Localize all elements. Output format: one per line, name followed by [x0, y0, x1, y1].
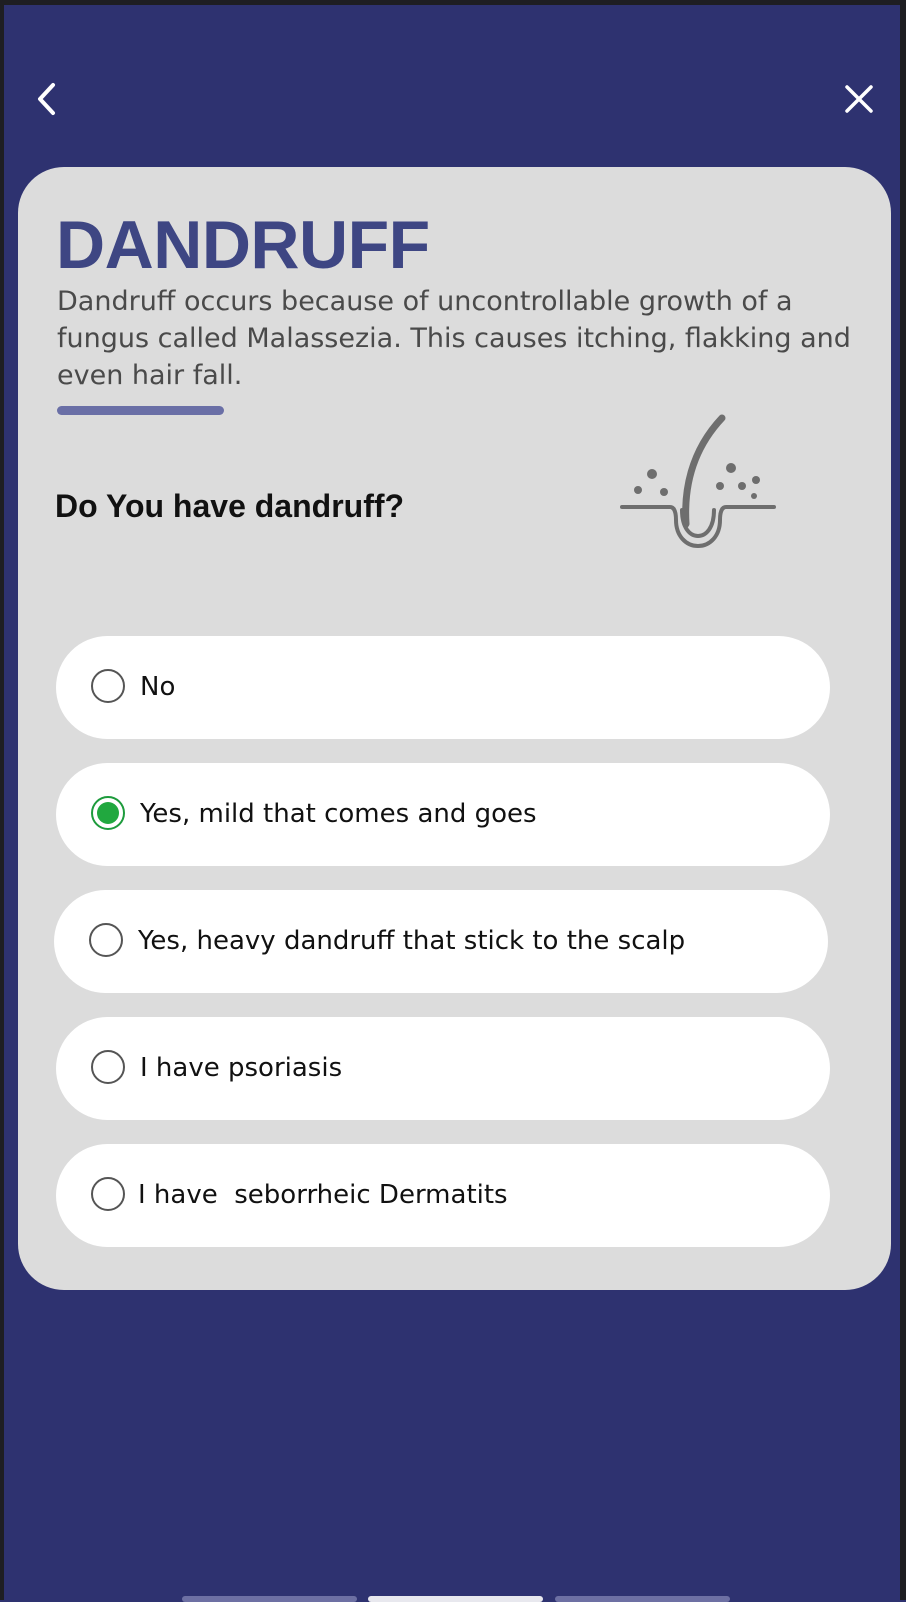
option-no[interactable]: No: [56, 636, 830, 739]
title-underline: [57, 406, 224, 415]
option-label: No: [140, 672, 176, 702]
radio-button[interactable]: [91, 1177, 125, 1211]
frame-edge-left: [0, 0, 4, 1600]
frame-edge-top: [0, 0, 906, 5]
option-label: I have seborrheic Dermatits: [138, 1180, 508, 1210]
option-yes-heavy[interactable]: Yes, heavy dandruff that stick to the sc…: [54, 890, 828, 993]
page-title: DANDRUFF: [56, 207, 430, 283]
close-button[interactable]: [836, 74, 882, 124]
pager-indicator-1: [182, 1596, 357, 1602]
hair-follicle-icon: [620, 414, 776, 549]
option-yes-mild[interactable]: Yes, mild that comes and goes: [56, 763, 830, 866]
radio-button[interactable]: [89, 923, 123, 957]
option-label: Yes, heavy dandruff that stick to the sc…: [138, 926, 686, 956]
chevron-left-icon: [38, 83, 55, 115]
condition-description: Dandruff occurs because of uncontrollabl…: [57, 286, 851, 391]
pager-indicator-2-active: [368, 1596, 543, 1602]
close-icon: [845, 85, 873, 113]
option-label: I have psoriasis: [140, 1053, 343, 1083]
frame-edge-right: [900, 0, 906, 1600]
pager-indicator-3: [555, 1596, 730, 1602]
back-button[interactable]: [26, 74, 66, 124]
radio-button-selected[interactable]: [91, 796, 125, 830]
option-label: Yes, mild that comes and goes: [140, 799, 537, 829]
option-psoriasis[interactable]: I have psoriasis: [56, 1017, 830, 1120]
radio-button[interactable]: [91, 1050, 125, 1084]
question-text: Do You have dandruff?: [55, 488, 405, 524]
radio-button[interactable]: [91, 669, 125, 703]
option-seborrheic-dermatitis[interactable]: I have seborrheic Dermatits: [56, 1144, 830, 1247]
